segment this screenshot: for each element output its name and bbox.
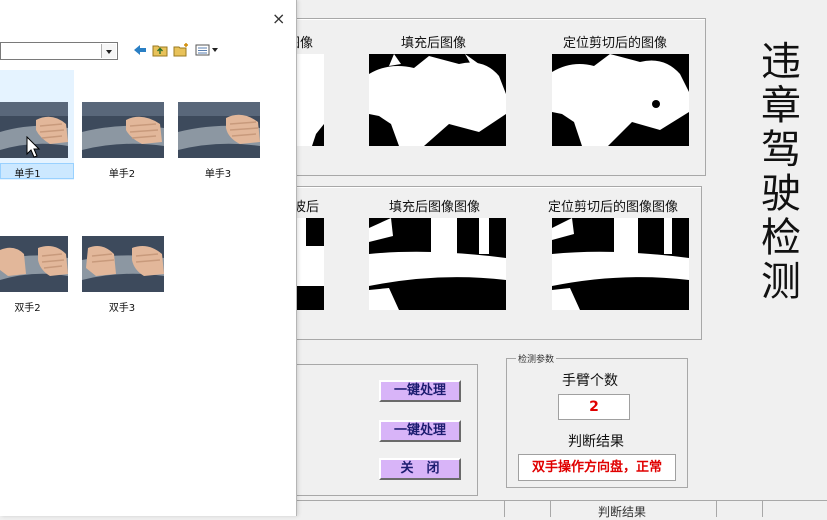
- result-field: 双手操作方向盘，正常: [518, 454, 676, 481]
- close-button[interactable]: 关 闭: [379, 458, 461, 480]
- file-item-name[interactable]: 单手1: [0, 165, 55, 180]
- row1-binary-image-filled: [369, 54, 506, 146]
- new-folder-icon[interactable]: [173, 42, 189, 58]
- one-key-process-button-2[interactable]: 一键处理: [379, 420, 461, 442]
- table-divider: [762, 501, 763, 517]
- side-title-char: 违: [761, 39, 801, 85]
- file-thumbnail[interactable]: [82, 102, 164, 158]
- file-open-dialog: × 单手1 单手2 单手3 双手2 双手3: [0, 0, 296, 516]
- table-divider: [716, 501, 717, 517]
- row2-binary-image-1: [296, 218, 324, 310]
- bottom-table-strip: 判断结果: [296, 500, 827, 519]
- mouse-cursor-icon: [26, 135, 42, 160]
- side-title-char: 检: [761, 215, 801, 261]
- arm-count-field: 2: [558, 394, 630, 420]
- file-item-name[interactable]: 双手3: [82, 299, 162, 314]
- row1-binary-image-cropped: [552, 54, 689, 146]
- bottom-cut-label: 判断结果: [598, 505, 647, 519]
- side-title-char: 驾: [761, 127, 801, 173]
- chevron-down-icon: [106, 50, 112, 54]
- row2-label-filled: 填充后图像图像: [389, 200, 481, 215]
- row1-label-filled: 填充后图像: [401, 36, 467, 51]
- one-key-process-button-1[interactable]: 一键处理: [379, 380, 461, 402]
- row2-label-wave: 波后: [293, 200, 320, 215]
- file-thumbnail[interactable]: [178, 102, 260, 158]
- side-title-char: 驶: [761, 171, 801, 217]
- file-item-name[interactable]: 单手3: [178, 165, 258, 180]
- row1-label-cropped: 定位剪切后的图像: [563, 36, 668, 51]
- file-thumbnail[interactable]: [0, 236, 68, 292]
- file-item-name[interactable]: 双手2: [0, 299, 55, 314]
- dialog-close-icon[interactable]: ×: [272, 9, 285, 28]
- detection-params-caption: 检测参数: [516, 352, 557, 365]
- look-in-combobox[interactable]: [0, 42, 118, 60]
- view-menu-icon[interactable]: [195, 42, 221, 58]
- side-title-char: 测: [761, 259, 801, 305]
- row2-binary-image-cropped: [552, 218, 689, 310]
- row2-binary-image-filled: [369, 218, 506, 310]
- up-folder-icon[interactable]: [152, 42, 168, 58]
- file-thumbnail[interactable]: [82, 236, 164, 292]
- row1-binary-image-1: [296, 54, 324, 146]
- side-title: 违 章 驾 驶 检 测: [756, 40, 806, 304]
- table-divider: [550, 501, 551, 517]
- combo-dropdown-button[interactable]: [101, 44, 116, 58]
- back-arrow-icon[interactable]: [132, 42, 148, 58]
- side-title-char: 章: [761, 83, 801, 129]
- row2-label-cropped: 定位剪切后的图像图像: [548, 200, 679, 215]
- arm-count-label: 手臂个数: [562, 373, 618, 389]
- table-divider: [504, 501, 505, 517]
- result-label: 判断结果: [568, 434, 624, 450]
- file-item-name[interactable]: 单手2: [82, 165, 162, 180]
